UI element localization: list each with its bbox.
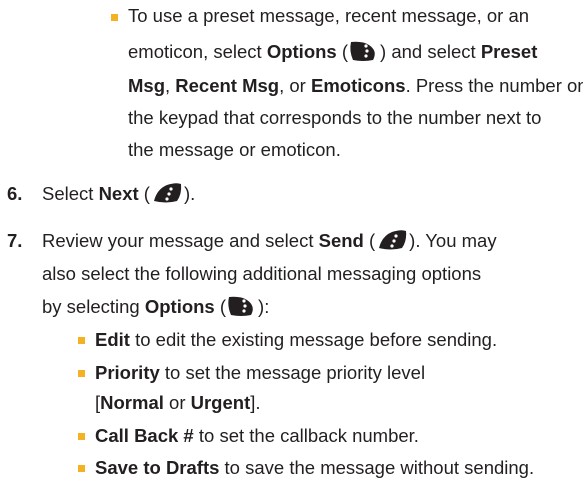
step-7-line-1: Review your message and select Send ( ). … [42, 225, 497, 257]
or-text: or [163, 392, 191, 413]
step-7-text-3: by selecting [42, 296, 145, 317]
preset-text-4: the keypad that corresponds to the numbe… [128, 107, 542, 128]
step-7-text-2: also select the following additional mes… [42, 263, 482, 284]
list-item-edit: Edit to edit the existing message before… [95, 324, 497, 356]
urgent-term: Urgent [190, 392, 251, 413]
list-item-save-drafts: Save to Drafts to save the message witho… [95, 452, 534, 484]
preset-line-1: To use a preset message, recent message,… [128, 0, 529, 32]
step-6-line: Select Next (). [42, 178, 195, 210]
preset-text-1: To use a preset message, recent message,… [128, 5, 530, 26]
save-to-drafts-term: Save to Drafts [95, 457, 220, 478]
bullet-marker [78, 465, 85, 472]
preset-line-5: the message or emoticon. [128, 134, 341, 166]
preset-term: Preset [480, 41, 538, 62]
step-7-text-1: Review your message and select [42, 230, 319, 251]
emoticons-term: Emoticons [310, 75, 406, 96]
comma: , [165, 75, 176, 96]
paren-close: ): [258, 296, 270, 317]
paren-open: ( [336, 41, 349, 62]
bullet-marker [78, 433, 85, 440]
preset-line-4: the keypad that corresponds to the numbe… [128, 102, 541, 134]
paren-open: ( [138, 183, 150, 204]
priority-text: to set the message priority level [159, 362, 426, 383]
preset-line-3: Msg, Recent Msg, or Emoticons. Press the… [128, 70, 583, 102]
paren-close: ). You may [409, 230, 497, 251]
normal-term: Normal [100, 392, 164, 413]
step-7-line-3: by selecting Options (): [42, 291, 269, 323]
left-softkey-icon [379, 230, 407, 250]
preset-line-2: emoticon, select Options ( ) and select P… [128, 36, 537, 68]
msg-term: Msg [128, 75, 165, 96]
call-back-term: Call Back # [95, 425, 194, 446]
list-item-priority: Priority to set the message priority lev… [95, 357, 425, 389]
preset-text-5: the message or emoticon. [128, 139, 341, 160]
paren-close: ). [183, 183, 196, 204]
bullet-marker [78, 370, 85, 377]
recent-msg-term: Recent Msg [175, 75, 280, 96]
step-6-number: 6. [7, 183, 23, 204]
bullet-marker [111, 14, 118, 21]
preset-text-2a: emoticon, select [128, 41, 267, 62]
right-softkey-icon [350, 41, 375, 61]
paren-close: ) and select [380, 41, 481, 62]
options-term: Options [266, 41, 337, 62]
edit-term: Edit [95, 329, 130, 350]
list-item-callback: Call Back # to set the callback number. [95, 420, 419, 452]
or-text: , or [279, 75, 311, 96]
manual-page: To use a preset message, recent message,… [0, 0, 583, 485]
preset-text-3: . Press the number on [405, 75, 583, 96]
right-softkey-icon [228, 296, 253, 316]
priority-term: Priority [95, 362, 160, 383]
left-softkey-icon [153, 183, 182, 203]
call-back-text: to set the callback number. [193, 425, 419, 446]
next-term: Next [98, 183, 139, 204]
step-7-number: 7. [7, 230, 23, 251]
edit-text: to edit the existing message before send… [129, 329, 498, 350]
options-term: Options [144, 296, 215, 317]
step-7-line-2: also select the following additional mes… [42, 258, 481, 290]
paren-open: ( [363, 230, 376, 251]
paren-open: ( [214, 296, 227, 317]
bracket-close: ]. [250, 392, 261, 413]
step-6-text: Select [42, 183, 99, 204]
save-to-drafts-text: to save the message without sending. [219, 457, 535, 478]
send-term: Send [318, 230, 364, 251]
bullet-marker [78, 337, 85, 344]
priority-continuation: [Normal or Urgent]. [95, 387, 261, 419]
